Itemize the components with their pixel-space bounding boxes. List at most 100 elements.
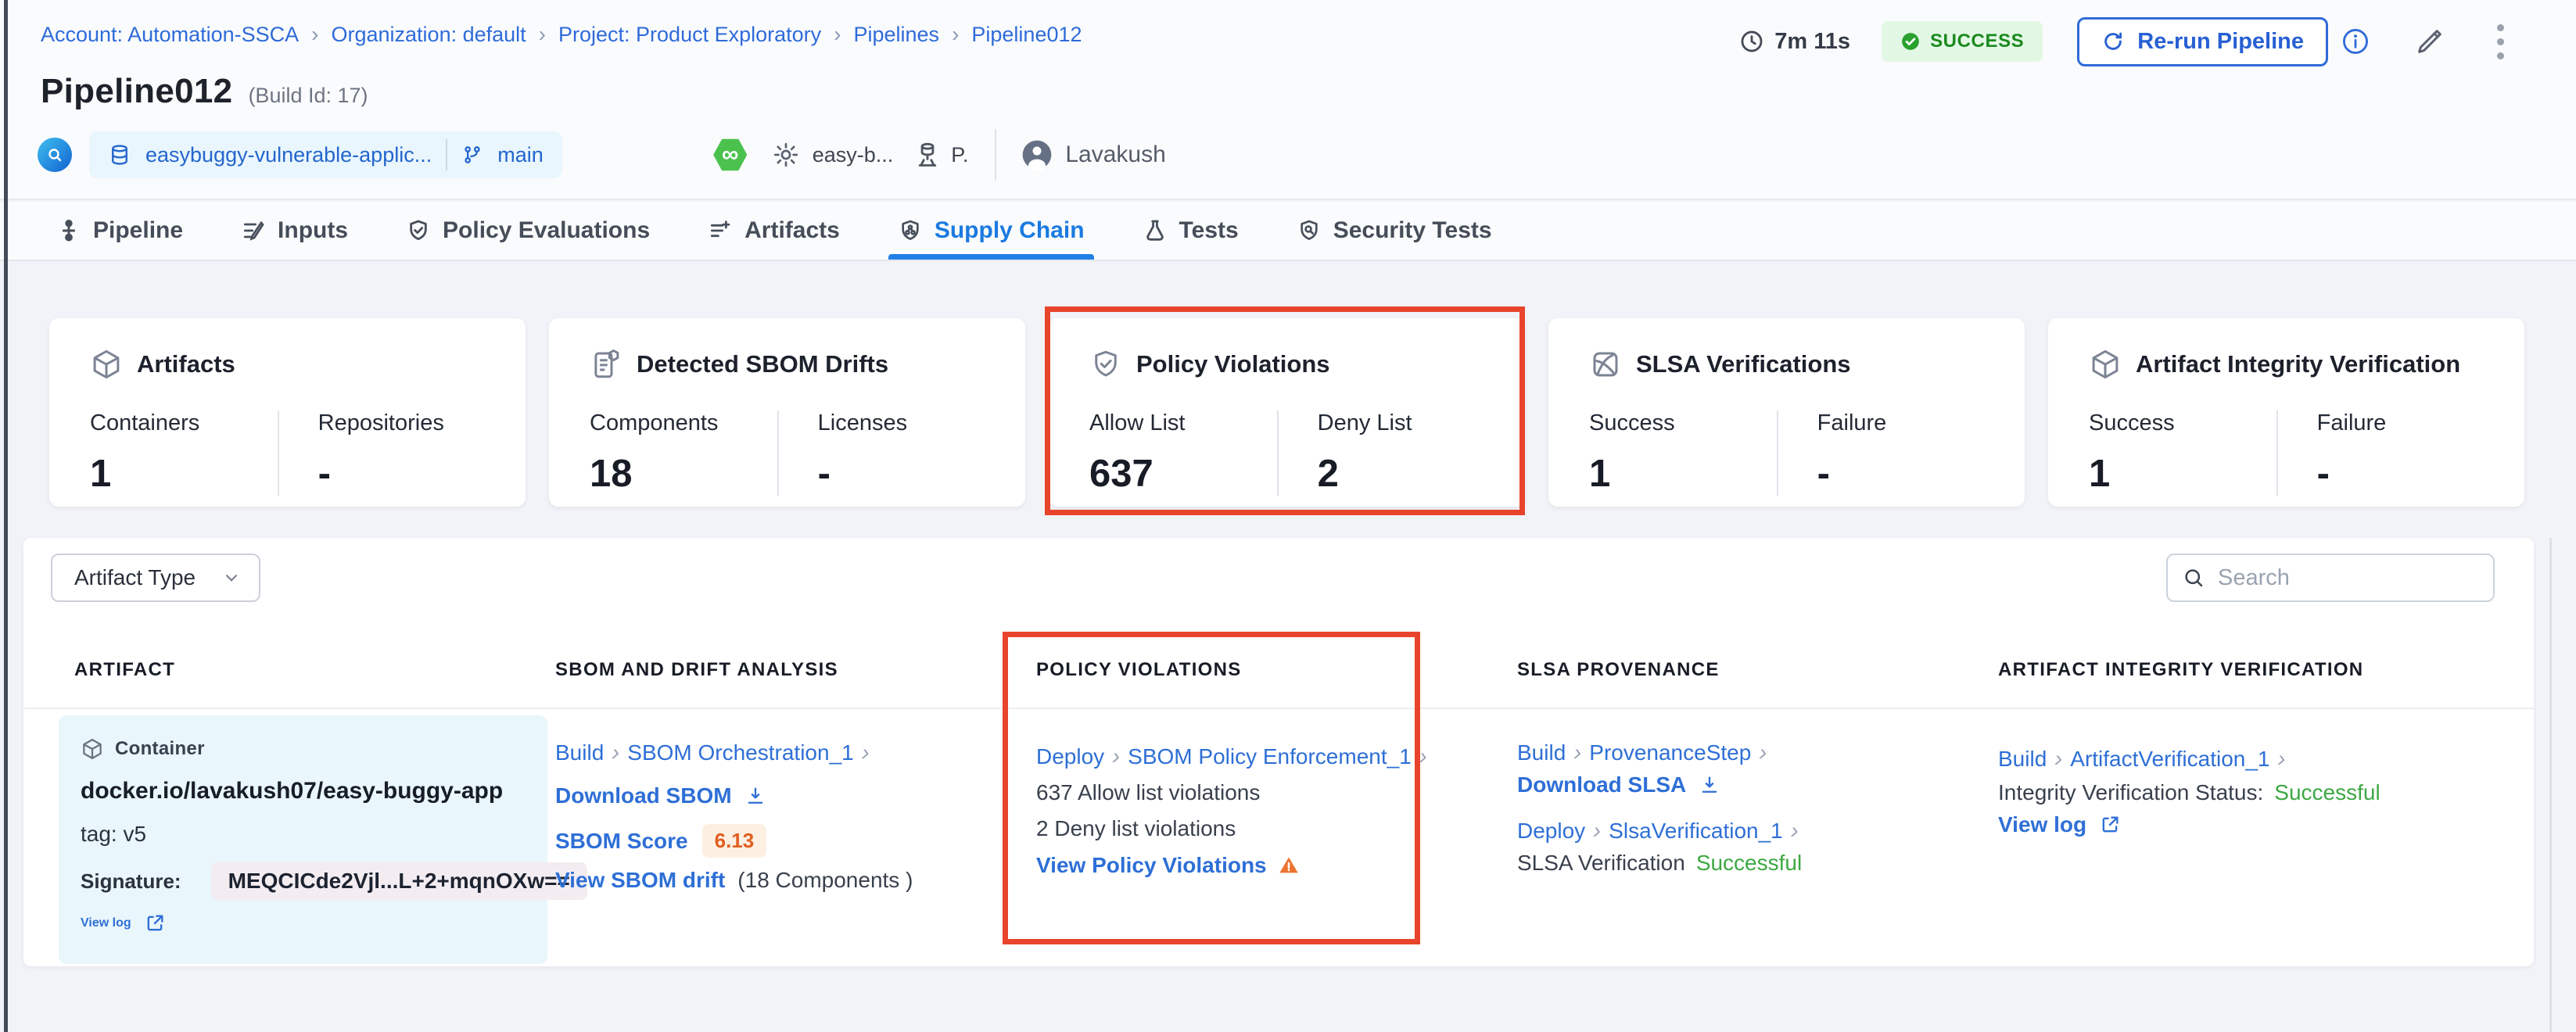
- col-header-sbom: SBOM AND DRIFT ANALYSIS: [555, 659, 838, 681]
- view-log-link[interactable]: View log: [1998, 812, 2086, 837]
- tab-label: Tests: [1179, 217, 1239, 244]
- integrity-breadcrumb: Build ArtifactVerification_1: [1998, 746, 2286, 772]
- artifact-view-log: View log: [81, 912, 166, 934]
- user-name: Lavakush: [1065, 142, 1165, 168]
- breadcrumb-account[interactable]: Account: Automation-SSCA: [41, 23, 299, 47]
- tab-label: Supply Chain: [935, 217, 1085, 244]
- breadcrumb-project[interactable]: Project: Product Exploratory: [558, 23, 821, 47]
- meta-divider: [995, 129, 996, 181]
- warning-triangle-icon: [1278, 855, 1300, 876]
- table-row: Container docker.io/lavakush07/easy-bugg…: [23, 715, 2534, 964]
- step-link[interactable]: ProvenanceStep: [1589, 740, 1751, 765]
- stage-link[interactable]: Build: [1517, 740, 1566, 765]
- branch-link[interactable]: main: [497, 143, 544, 167]
- stage-link[interactable]: Build: [1998, 747, 2047, 772]
- shield-check-icon: [1089, 348, 1122, 381]
- step-link[interactable]: SlsaVerification_1: [1609, 819, 1783, 844]
- tab-security-tests[interactable]: Security Tests: [1289, 202, 1500, 260]
- tab-bar: Pipeline Inputs Policy Evaluations Artif…: [0, 202, 2576, 261]
- repository-icon: [108, 143, 131, 167]
- col-header-artifact-integrity: ARTIFACT INTEGRITY VERIFICATION: [1998, 659, 2363, 681]
- signature-label: Signature:: [81, 869, 181, 894]
- view-policy-violations: View Policy Violations: [1036, 853, 1300, 878]
- slsa-deploy-breadcrumb: Deploy SlsaVerification_1: [1517, 818, 1799, 844]
- integrity-view-log: View log: [1998, 812, 2121, 837]
- col-header-policy-violations: POLICY VIOLATIONS: [1036, 659, 1242, 681]
- deny-list-violations: 2 Deny list violations: [1036, 816, 1236, 841]
- info-icon[interactable]: [2341, 27, 2370, 56]
- tab-artifacts[interactable]: Artifacts: [700, 202, 848, 260]
- chevron-right-icon: [311, 22, 318, 47]
- build-id: (Build Id: 17): [248, 84, 368, 108]
- integrity-status-label: Integrity Verification Status:: [1998, 780, 2263, 805]
- download-slsa: Download SLSA: [1517, 772, 1720, 797]
- tab-pipeline[interactable]: Pipeline: [48, 202, 191, 260]
- execution-meta-row: easybuggy-vulnerable-applic... main ∞ ea…: [38, 131, 1166, 178]
- refresh-icon: [2101, 30, 2125, 53]
- step-link[interactable]: SBOM Policy Enforcement_1: [1128, 744, 1412, 769]
- verification-status: Successful: [1696, 851, 1802, 876]
- tab-label: Pipeline: [93, 217, 183, 244]
- tab-policy-evaluations[interactable]: Policy Evaluations: [398, 202, 658, 260]
- sbom-drift: View SBOM drift (18 Components ): [555, 868, 913, 893]
- signature-value[interactable]: MEQCICde2Vjl...L+2+mqnOXw==: [211, 862, 587, 900]
- view-log-link[interactable]: View log: [81, 916, 131, 930]
- stat-containers: Containers 1: [90, 410, 278, 496]
- sbom-score-link[interactable]: SBOM Score: [555, 829, 688, 854]
- step-link[interactable]: ArtifactVerification_1: [2070, 747, 2269, 772]
- more-options-icon[interactable]: [2492, 20, 2509, 64]
- search-input[interactable]: [2218, 565, 2468, 591]
- artifact-type-label: Container: [115, 738, 205, 760]
- artifact-tag: tag: v5: [81, 822, 146, 847]
- breadcrumb-organization[interactable]: Organization: default: [332, 23, 526, 47]
- slsa-verification-status: SLSA Verification Successful: [1517, 851, 1802, 876]
- card-slsa-verifications: SLSA Verifications Success 1 Failure -: [1548, 318, 2025, 507]
- rerun-pipeline-button[interactable]: Re-run Pipeline: [2077, 17, 2328, 66]
- edit-pencil-icon[interactable]: [2414, 26, 2445, 57]
- flask-icon: [1143, 218, 1168, 243]
- chevron-right-icon: [1759, 740, 1767, 766]
- cube-icon: [2089, 348, 2122, 381]
- status-badge: SUCCESS: [1882, 21, 2043, 62]
- step-link[interactable]: SBOM Orchestration_1: [627, 740, 853, 765]
- card-artifact-integrity: Artifact Integrity Verification Success …: [2048, 318, 2524, 507]
- card-title: Artifacts: [137, 350, 235, 378]
- card-title: Detected SBOM Drifts: [637, 350, 888, 378]
- trigger-pipeline-label: easy-b...: [813, 143, 894, 167]
- download-icon: [1699, 774, 1720, 796]
- card-title: SLSA Verifications: [1636, 350, 1851, 378]
- duration-text: 7m 11s: [1774, 29, 1850, 55]
- tab-supply-chain[interactable]: Supply Chain: [890, 202, 1092, 260]
- stage-link[interactable]: Deploy: [1517, 819, 1585, 844]
- chevron-right-icon: [612, 740, 619, 766]
- breadcrumb-pipelines[interactable]: Pipelines: [853, 23, 939, 47]
- chevron-right-icon: [952, 22, 959, 47]
- view-policy-violations-link[interactable]: View Policy Violations: [1036, 853, 1267, 878]
- inputs-icon: [241, 218, 266, 243]
- harness-status-icon: ∞: [712, 138, 748, 172]
- search-box: [2166, 554, 2495, 602]
- chevron-right-icon: [1791, 818, 1799, 844]
- scrollbar-track[interactable]: [2549, 538, 2552, 1032]
- stage-link[interactable]: Deploy: [1036, 744, 1104, 769]
- clock-icon: [1738, 28, 1765, 55]
- download-slsa-link[interactable]: Download SLSA: [1517, 772, 1686, 797]
- cube-icon: [90, 348, 123, 381]
- view-sbom-drift-link[interactable]: View SBOM drift: [555, 868, 725, 893]
- stat-slsa-failure: Failure -: [1777, 410, 1997, 496]
- download-sbom-link[interactable]: Download SBOM: [555, 783, 732, 808]
- stage-link[interactable]: Build: [555, 740, 604, 765]
- tab-tests[interactable]: Tests: [1135, 202, 1247, 260]
- stat-licenses: Licenses -: [777, 410, 997, 496]
- slsa-icon: [1589, 348, 1622, 381]
- tab-label: Inputs: [278, 217, 348, 244]
- chevron-right-icon: [2278, 746, 2286, 772]
- tab-inputs[interactable]: Inputs: [233, 202, 356, 260]
- breadcrumb-pipeline012[interactable]: Pipeline012: [971, 23, 1082, 47]
- card-title: Policy Violations: [1136, 350, 1330, 378]
- trigger-abbrev: P.: [951, 143, 968, 167]
- stat-integrity-failure: Failure -: [2276, 410, 2496, 496]
- shield-search-icon: [1297, 218, 1322, 243]
- artifact-type-select[interactable]: Artifact Type: [51, 554, 260, 602]
- repo-link[interactable]: easybuggy-vulnerable-applic...: [145, 143, 432, 167]
